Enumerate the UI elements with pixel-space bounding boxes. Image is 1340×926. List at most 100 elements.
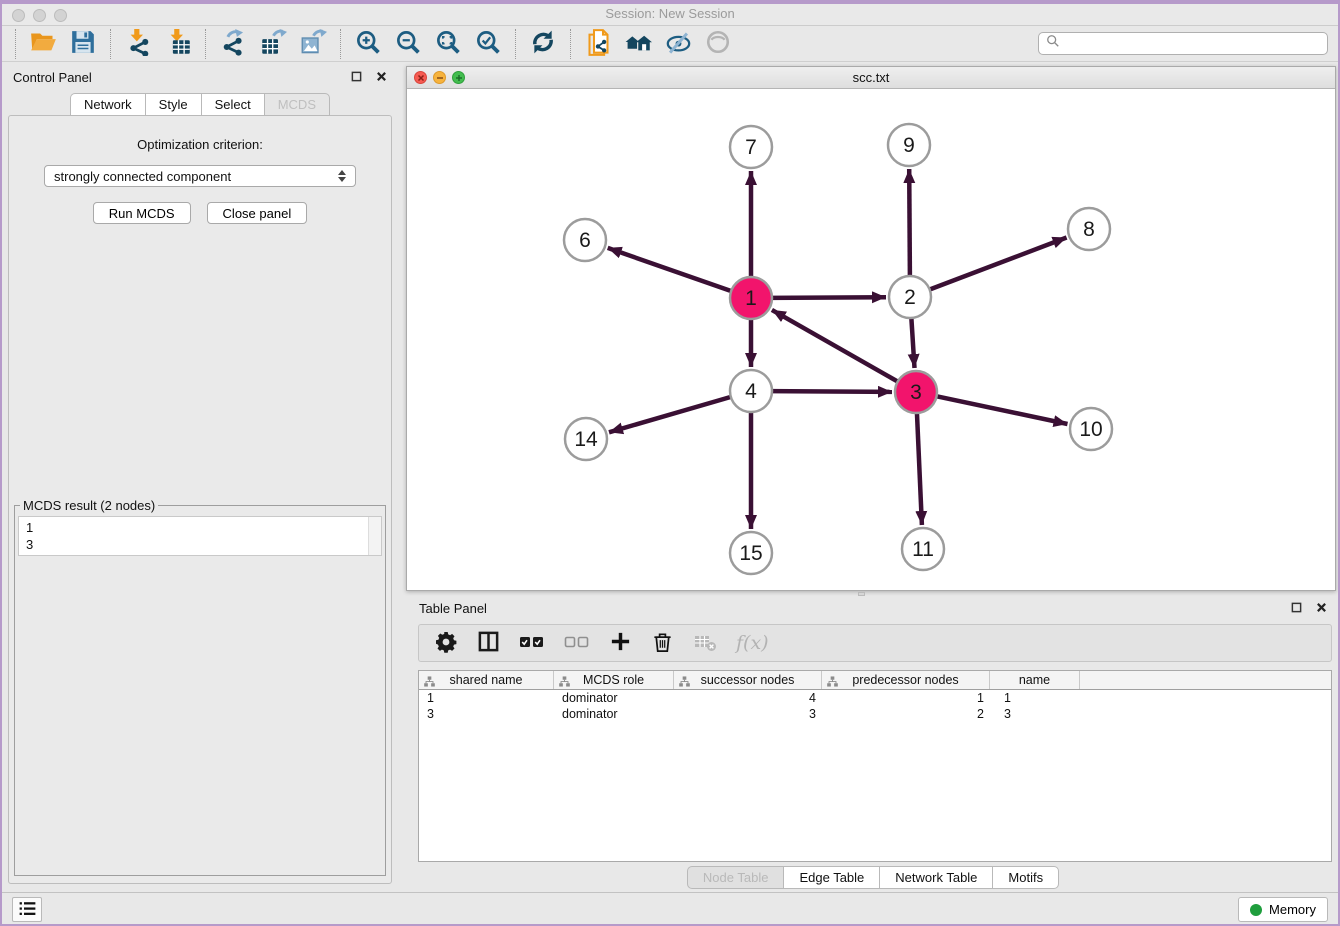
- graph-node-6[interactable]: 6: [564, 219, 606, 261]
- import-network-button[interactable]: [118, 28, 158, 60]
- svg-text:8: 8: [1083, 218, 1095, 241]
- graph-node-14[interactable]: 14: [565, 418, 607, 460]
- graph-node-8[interactable]: 8: [1068, 208, 1110, 250]
- close-table-panel-icon[interactable]: [1316, 601, 1327, 616]
- graph-node-3[interactable]: 3: [895, 371, 937, 413]
- zoom-fit-button[interactable]: [428, 28, 468, 60]
- tab-select[interactable]: Select: [201, 93, 264, 116]
- graph-node-4[interactable]: 4: [730, 370, 772, 412]
- svg-text:6: 6: [579, 229, 591, 252]
- delete-column-trash-button[interactable]: [651, 630, 674, 656]
- graph-edge-3-11[interactable]: [917, 412, 922, 525]
- home-session-button[interactable]: [618, 28, 658, 60]
- tab-style[interactable]: Style: [145, 93, 201, 116]
- toggle-columns-icon: [477, 630, 500, 656]
- toolbar-separator: [15, 29, 16, 59]
- horizontal-splitter[interactable]: [406, 591, 1340, 597]
- splitter-grip[interactable]: [858, 592, 865, 596]
- import-table-button[interactable]: [158, 28, 198, 60]
- tab-motifs[interactable]: Motifs: [992, 866, 1059, 889]
- show-log-console-button[interactable]: [12, 897, 42, 922]
- graph-edge-2-9[interactable]: [909, 169, 910, 277]
- hide-panel-eye-button[interactable]: [658, 28, 698, 60]
- graph-node-15[interactable]: 15: [730, 532, 772, 574]
- zoom-in-button[interactable]: [348, 28, 388, 60]
- delete-table-icon: [693, 630, 717, 657]
- add-column-button[interactable]: [609, 630, 632, 656]
- graph-edge-4-14[interactable]: [609, 397, 732, 433]
- graph-edge-4-3[interactable]: [771, 391, 892, 392]
- home-session-icon: [625, 29, 652, 59]
- column-settings-gear-button[interactable]: [434, 630, 458, 657]
- export-table-button[interactable]: [253, 28, 293, 60]
- delete-column-trash-icon: [651, 630, 674, 656]
- network-canvas[interactable]: 7 9 6 8 1 2 4 3 14 10 15 11: [407, 89, 1335, 590]
- mcds-result-textarea[interactable]: 13: [18, 516, 382, 556]
- graph-edge-1-6[interactable]: [608, 248, 732, 292]
- export-image-button[interactable]: [293, 28, 333, 60]
- graph-edge-3-1[interactable]: [772, 310, 899, 382]
- tab-mcds[interactable]: MCDS: [264, 93, 330, 116]
- tab-edge-table[interactable]: Edge Table: [783, 866, 879, 889]
- mcds-result-lines: 13: [26, 519, 374, 553]
- duplicate-network-icon: [585, 29, 612, 59]
- network-graph: 7 9 6 8 1 2 4 3 14 10 15 11: [407, 89, 1335, 591]
- table-body: 1dominator4113dominator323: [419, 690, 1331, 722]
- hierarchy-icon: [559, 674, 570, 692]
- column-header-successor-nodes[interactable]: successor nodes: [674, 671, 822, 689]
- zoom-in-icon: [355, 29, 382, 59]
- toggle-columns-button[interactable]: [477, 630, 500, 656]
- graph-edge-3-10[interactable]: [936, 396, 1068, 424]
- search-field[interactable]: [1038, 32, 1328, 55]
- svg-text:9: 9: [903, 134, 915, 157]
- tab-network-table[interactable]: Network Table: [879, 866, 992, 889]
- deselect-all-checkboxes-button[interactable]: [564, 634, 590, 653]
- column-header-MCDS-role[interactable]: MCDS role: [554, 671, 674, 689]
- open-session-button[interactable]: [23, 28, 63, 60]
- memory-label: Memory: [1269, 902, 1316, 917]
- table-row[interactable]: 3dominator323: [419, 706, 1331, 722]
- table-toolbar: f(x): [418, 624, 1332, 662]
- tab-node-table[interactable]: Node Table: [687, 866, 784, 889]
- column-header-name[interactable]: name: [990, 671, 1080, 689]
- zoom-selected-button[interactable]: [468, 28, 508, 60]
- toolbar-separator: [515, 29, 516, 59]
- select-all-checkboxes-button[interactable]: [519, 634, 545, 653]
- close-panel-icon[interactable]: [376, 70, 387, 85]
- memory-button[interactable]: Memory: [1238, 897, 1328, 922]
- function-builder-icon: f(x): [736, 632, 769, 654]
- graph-node-7[interactable]: 7: [730, 126, 772, 168]
- graph-node-10[interactable]: 10: [1070, 408, 1112, 450]
- duplicate-network-button[interactable]: [578, 28, 618, 60]
- hierarchy-icon: [679, 674, 690, 692]
- graph-edge-2-8[interactable]: [929, 238, 1067, 290]
- export-network-button[interactable]: [213, 28, 253, 60]
- column-header-shared-name[interactable]: shared name: [419, 671, 554, 689]
- save-session-button[interactable]: [63, 28, 103, 60]
- float-panel-icon[interactable]: [351, 70, 362, 85]
- graph-node-11[interactable]: 11: [902, 528, 944, 570]
- search-input[interactable]: [1065, 35, 1320, 52]
- refresh-layout-button[interactable]: [523, 28, 563, 60]
- network-window-title: scc.txt: [407, 70, 1335, 85]
- graph-edge-2-3[interactable]: [911, 317, 914, 368]
- graph-node-1[interactable]: 1: [730, 277, 772, 319]
- graph-node-2[interactable]: 2: [889, 276, 931, 318]
- tab-network[interactable]: Network: [70, 93, 145, 116]
- svg-text:15: 15: [739, 542, 762, 565]
- criterion-select[interactable]: strongly connected component: [44, 165, 356, 187]
- zoom-out-button[interactable]: [388, 28, 428, 60]
- graph-node-9[interactable]: 9: [888, 124, 930, 166]
- table-panel-title: Table Panel: [419, 601, 487, 616]
- graph-edge-1-2[interactable]: [771, 297, 886, 298]
- table-cell: 1: [419, 691, 554, 705]
- table-cell: 3: [990, 707, 1080, 721]
- hide-panel-eye-icon: [665, 29, 692, 59]
- column-header-predecessor-nodes[interactable]: predecessor nodes: [822, 671, 990, 689]
- run-mcds-button[interactable]: Run MCDS: [93, 202, 191, 224]
- float-table-panel-icon[interactable]: [1291, 601, 1302, 616]
- table-row[interactable]: 1dominator411: [419, 690, 1331, 706]
- control-panel: Control Panel NetworkStyleSelectMCDS Opt…: [0, 62, 400, 892]
- result-scrollbar[interactable]: [368, 517, 381, 555]
- close-panel-button[interactable]: Close panel: [207, 202, 308, 224]
